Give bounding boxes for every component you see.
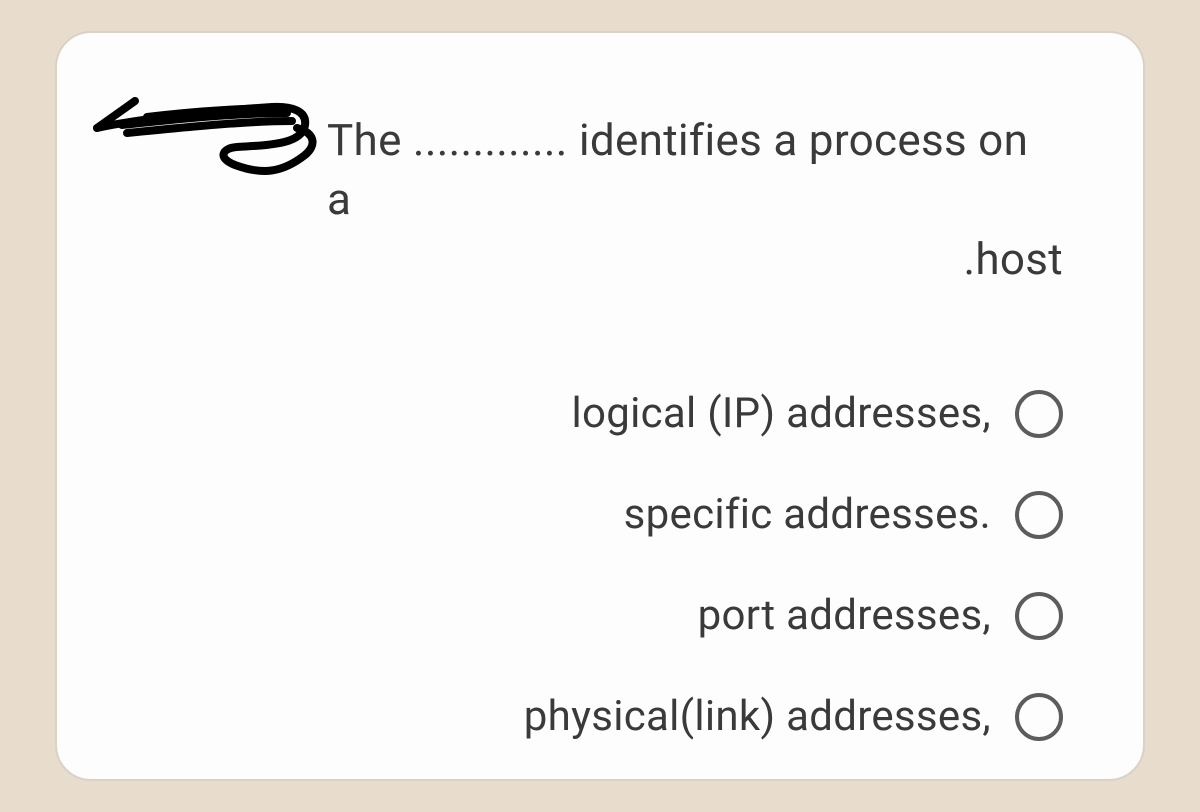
radio-unchecked-icon[interactable] xyxy=(1015,491,1063,539)
options-list: logical (IP) addresses, specific address… xyxy=(107,389,1063,741)
radio-unchecked-icon[interactable] xyxy=(1015,592,1063,640)
question-line-2: .host xyxy=(327,230,1063,289)
question-line-1: The ............. identifies a process o… xyxy=(327,111,1063,230)
question-text: The ............. identifies a process o… xyxy=(327,111,1063,289)
radio-unchecked-icon[interactable] xyxy=(1015,390,1063,438)
radio-unchecked-icon[interactable] xyxy=(1015,693,1063,741)
handwritten-scribble xyxy=(87,83,327,197)
option-label: port addresses, xyxy=(698,591,991,640)
option-specific[interactable]: specific addresses. xyxy=(624,490,1063,539)
option-logical-ip[interactable]: logical (IP) addresses, xyxy=(571,389,1063,438)
option-port[interactable]: port addresses, xyxy=(698,591,1063,640)
question-card: The ............. identifies a process o… xyxy=(55,31,1145,781)
option-label: logical (IP) addresses, xyxy=(571,389,991,438)
option-physical-link[interactable]: physical(link) addresses, xyxy=(524,692,1063,741)
option-label: specific addresses. xyxy=(624,490,991,539)
option-label: physical(link) addresses, xyxy=(524,692,991,741)
